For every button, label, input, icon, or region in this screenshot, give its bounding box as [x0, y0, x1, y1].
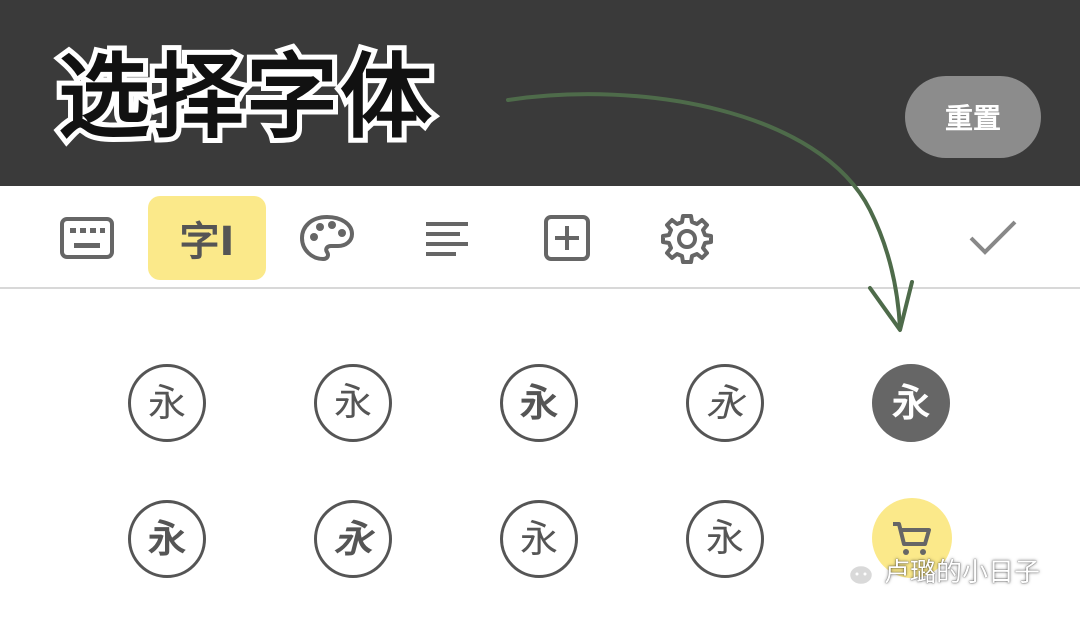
watermark-text: 卢璐的小日子	[884, 558, 1041, 588]
font-option[interactable]: 永	[686, 500, 764, 578]
check-icon	[969, 220, 1017, 255]
confirm-button[interactable]	[934, 196, 1052, 280]
font-option[interactable]: 永	[128, 364, 206, 442]
watermark: 卢璐的小日子	[832, 552, 1040, 589]
font-option[interactable]: 永	[500, 500, 578, 578]
tab-font[interactable]: 字I	[148, 196, 266, 280]
font-icon: 字I	[179, 219, 235, 265]
wechat-icon	[832, 554, 875, 586]
font-option[interactable]: 永	[314, 500, 392, 578]
page-title: 选择字体	[53, 44, 437, 151]
header-bar: 选择字体 重置	[0, 0, 1080, 186]
add-box-icon	[544, 215, 590, 261]
gear-icon	[661, 214, 713, 264]
tab-insert[interactable]	[508, 196, 626, 280]
tab-keyboard[interactable]	[28, 196, 146, 280]
toolbar: 字I	[0, 186, 1080, 289]
font-option[interactable]: 永	[500, 364, 578, 442]
tab-paragraph[interactable]	[388, 196, 506, 280]
align-left-icon	[426, 222, 468, 256]
tab-palette[interactable]	[268, 196, 386, 280]
reset-button[interactable]: 重置	[905, 76, 1041, 158]
keyboard-icon	[60, 217, 114, 259]
palette-icon	[299, 214, 355, 262]
tab-settings[interactable]	[628, 196, 746, 280]
font-option[interactable]: 永	[128, 500, 206, 578]
font-option[interactable]: 永	[314, 364, 392, 442]
font-option[interactable]: 永	[686, 364, 764, 442]
font-option-selected[interactable]: 永	[872, 364, 950, 442]
